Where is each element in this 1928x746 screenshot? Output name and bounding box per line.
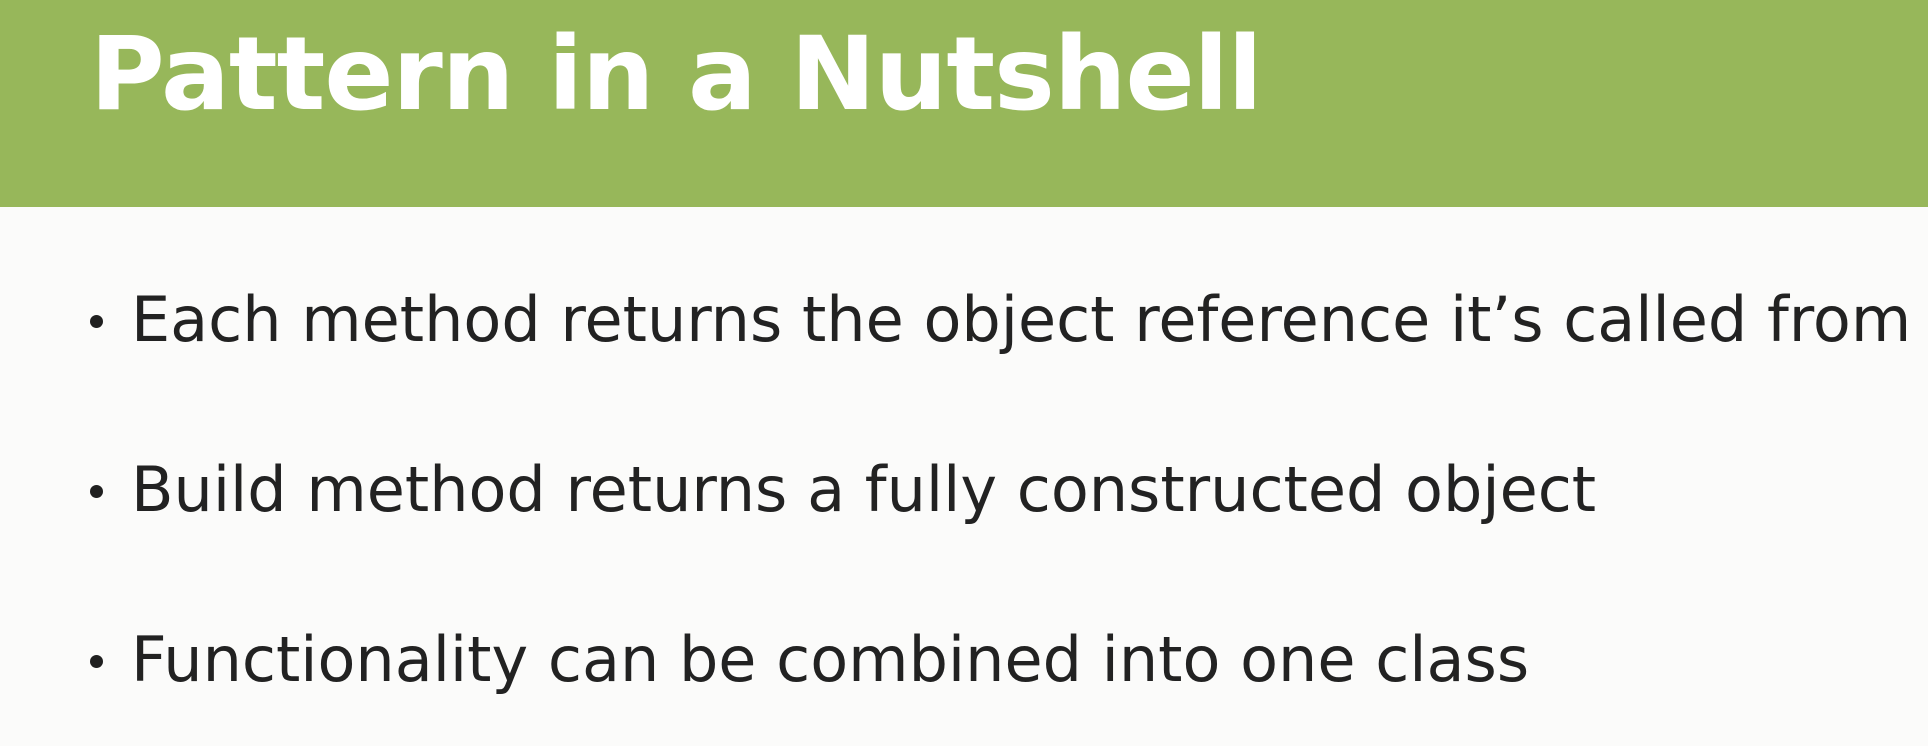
bullet-icon [90,655,103,668]
slide: Pattern in a Nutshell Each method return… [0,0,1928,746]
bullet-item: Each method returns the object reference… [90,270,1911,440]
bullet-item: Functionality can be combined into one c… [90,610,1911,746]
bullet-item: Build method returns a fully constructed… [90,440,1911,610]
bullet-icon [90,485,103,498]
bullet-icon [90,315,103,328]
bullet-text: Each method returns the object reference… [131,283,1912,356]
bullet-text: Build method returns a fully constructed… [131,453,1597,526]
slide-title: Pattern in a Nutshell [90,15,1263,134]
bullet-text: Functionality can be combined into one c… [131,623,1530,696]
title-bar: Pattern in a Nutshell [0,0,1928,207]
bullet-list: Each method returns the object reference… [90,270,1911,746]
